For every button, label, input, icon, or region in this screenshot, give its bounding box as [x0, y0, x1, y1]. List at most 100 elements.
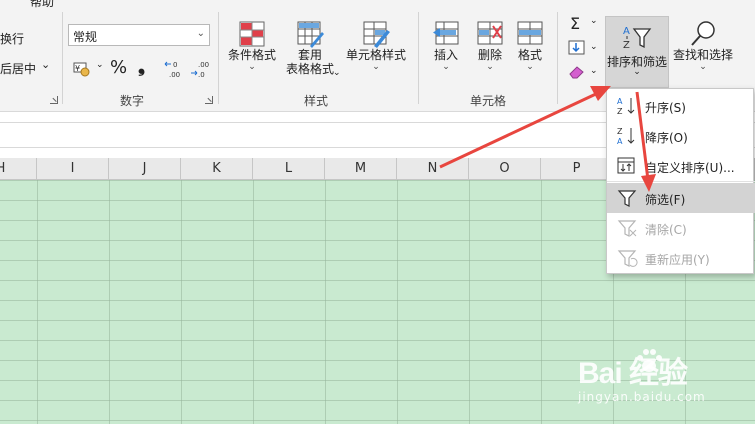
column-header[interactable]: O	[469, 158, 541, 180]
menu-item-label: 降序(O)	[645, 131, 688, 145]
sort-filter-menu: A Z 升序(S) Z A 降序(O) 自定义排序(U)... 筛选(F) 清除…	[606, 88, 755, 274]
group-separator	[218, 12, 219, 104]
sort-filter-button[interactable]: A Z 排序和筛选 ⌄	[605, 16, 669, 88]
decrease-decimal-button[interactable]: .00 .0	[190, 58, 212, 80]
clear-button[interactable]	[568, 64, 586, 80]
chevron-down-icon[interactable]: ⌄	[590, 16, 598, 26]
help-tab[interactable]: 帮助	[30, 0, 54, 10]
decrease-decimal-icon: .00 .0	[191, 61, 209, 79]
menu-item-reapply[interactable]: 重新应用(Y)	[607, 243, 755, 273]
merge-center-button[interactable]: 后居中	[0, 60, 36, 77]
menu-item-label: 升序(S)	[645, 101, 686, 115]
column-header[interactable]: L	[253, 158, 325, 180]
group-separator	[62, 12, 63, 104]
cells-group-label: 单元格	[470, 94, 507, 108]
column-header[interactable]: N	[397, 158, 469, 180]
svg-text:Z: Z	[623, 40, 630, 51]
currency-format-button[interactable]: ¥	[72, 60, 94, 78]
chevron-down-icon: ⌄	[633, 67, 641, 77]
chevron-down-icon[interactable]: ⌄	[590, 66, 598, 76]
paw-icon	[637, 349, 662, 372]
menu-item-label: 筛选(F)	[645, 193, 686, 207]
svg-text:¥: ¥	[75, 64, 80, 73]
chevron-down-icon: ⌄	[372, 62, 380, 72]
fill-button[interactable]	[568, 40, 586, 56]
chevron-down-icon: ⌄	[526, 62, 534, 72]
eraser-icon	[569, 66, 584, 79]
fill-down-icon	[568, 40, 585, 55]
menu-item-sort-ascending[interactable]: A Z 升序(S)	[607, 91, 755, 121]
group-separator	[557, 12, 558, 104]
group-separator	[418, 12, 419, 104]
sort-filter-icon: A Z	[622, 23, 652, 51]
column-header[interactable]: M	[325, 158, 397, 180]
column-header[interactable]: I	[37, 158, 109, 180]
watermark-brand: Bai 经验	[578, 357, 688, 390]
delete-label: 删除	[477, 48, 502, 62]
svg-text:.00: .00	[169, 71, 180, 79]
chevron-down-icon[interactable]: ⌄	[590, 42, 598, 52]
column-header[interactable]: H	[0, 158, 37, 180]
number-format-value: 常规	[73, 30, 98, 44]
svg-text:A: A	[617, 97, 623, 106]
insert-label: 插入	[433, 48, 458, 62]
wrap-text-button[interactable]: 换行	[0, 30, 24, 47]
currency-caret-icon[interactable]: ⌄	[96, 60, 104, 70]
column-header[interactable]: P	[541, 158, 613, 180]
alignment-launcher-icon[interactable]	[50, 96, 58, 104]
cell-styles-button[interactable]: 单元格样式 ⌄	[343, 20, 409, 72]
format-as-table-button[interactable]: 套用 表格格式	[280, 20, 340, 76]
svg-text:Z: Z	[617, 127, 623, 136]
watermark: Bai 经验 jingyan.baidu.com	[578, 340, 728, 410]
find-select-button[interactable]: 查找和选择 ⌄	[671, 20, 735, 72]
styles-group-label: 样式	[304, 94, 329, 108]
custom-sort-icon	[617, 156, 639, 176]
autosum-icon[interactable]: Σ	[570, 14, 580, 33]
conditional-format-button[interactable]: 条件格式 ⌄	[224, 20, 280, 72]
svg-text:.0: .0	[198, 71, 205, 79]
currency-icon: ¥	[73, 62, 90, 77]
chevron-down-icon: ⌄	[196, 28, 205, 39]
sort-ascending-icon: A Z	[617, 96, 639, 116]
format-as-table-label-2: 表格格式	[285, 62, 334, 76]
column-header[interactable]: J	[109, 158, 181, 180]
menu-item-label: 自定义排序(U)...	[645, 161, 735, 175]
svg-text:A: A	[623, 26, 630, 37]
svg-text:.00: .00	[198, 61, 209, 69]
clear-filter-icon	[617, 218, 639, 238]
insert-cells-icon	[432, 20, 460, 48]
percent-button[interactable]: %	[110, 57, 127, 78]
increase-decimal-icon: 0 .00	[164, 61, 180, 79]
cell-styles-icon	[362, 20, 390, 48]
chevron-down-icon: ⌄	[333, 68, 341, 78]
conditional-format-label: 条件格式	[227, 48, 276, 62]
chevron-down-icon: ⌄	[442, 62, 450, 72]
menu-separator	[607, 181, 755, 182]
menu-item-label: 重新应用(Y)	[645, 253, 710, 267]
delete-cells-button[interactable]: 删除 ⌄	[468, 20, 512, 72]
sort-descending-icon: Z A	[617, 126, 639, 146]
magnifier-icon	[689, 20, 717, 48]
reapply-filter-icon	[617, 248, 639, 268]
comma-style-button[interactable]: ❟	[138, 56, 145, 77]
svg-text:0: 0	[173, 61, 177, 69]
menu-item-custom-sort[interactable]: 自定义排序(U)...	[607, 151, 755, 181]
format-as-table-icon	[296, 20, 324, 48]
increase-decimal-button[interactable]: 0 .00	[164, 58, 186, 80]
filter-icon	[617, 188, 639, 208]
number-format-select[interactable]: 常规 ⌄	[68, 24, 210, 46]
number-launcher-icon[interactable]	[205, 96, 213, 104]
chevron-down-icon: ⌄	[248, 62, 256, 72]
menu-item-filter[interactable]: 筛选(F)	[607, 183, 755, 213]
column-header[interactable]: K	[181, 158, 253, 180]
format-cells-icon	[516, 20, 544, 48]
insert-cells-button[interactable]: 插入 ⌄	[424, 20, 468, 72]
format-cells-button[interactable]: 格式 ⌄	[512, 20, 548, 72]
conditional-format-icon	[238, 20, 266, 48]
menu-item-sort-descending[interactable]: Z A 降序(O)	[607, 121, 755, 151]
svg-text:A: A	[617, 137, 623, 146]
delete-cells-icon	[476, 20, 504, 48]
menu-item-clear[interactable]: 清除(C)	[607, 213, 755, 243]
merge-dropdown-caret[interactable]: ⌄	[41, 58, 50, 71]
cell-styles-label: 单元格样式	[345, 48, 406, 62]
